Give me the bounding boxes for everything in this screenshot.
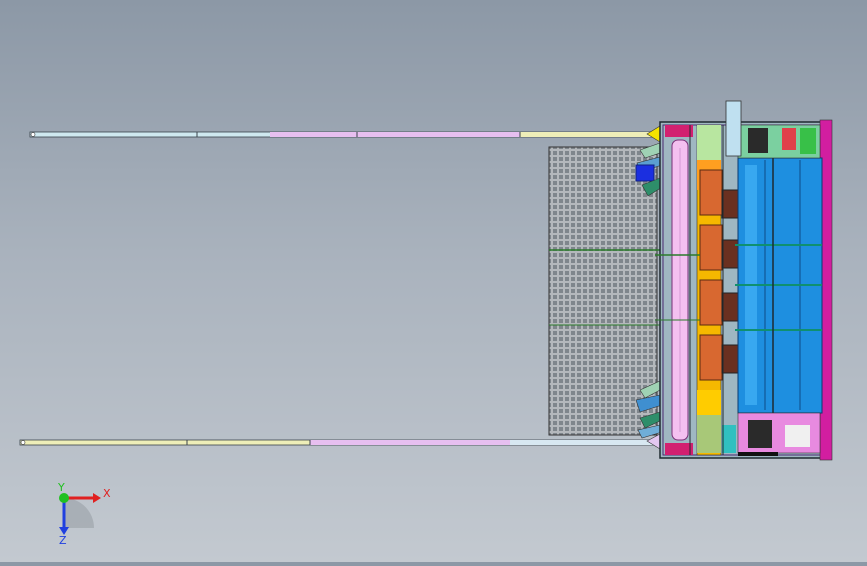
z-axis-label: Z — [59, 534, 67, 547]
y-axis-label: Y — [57, 481, 65, 494]
bottom-rail — [19, 439, 656, 446]
blue-tank — [735, 140, 823, 415]
pink-roller — [671, 139, 689, 441]
cad-viewport[interactable]: X Y Z — [0, 0, 867, 562]
top-rail — [29, 131, 656, 138]
top-drive-block — [725, 100, 821, 159]
orientation-triad-icon: X Y Z — [57, 481, 111, 547]
top-yellow-end — [646, 125, 661, 143]
cad-model-drawing: X Y Z — [19, 100, 833, 547]
bottom-end-piece — [646, 433, 661, 450]
x-axis-label: X — [103, 487, 111, 500]
